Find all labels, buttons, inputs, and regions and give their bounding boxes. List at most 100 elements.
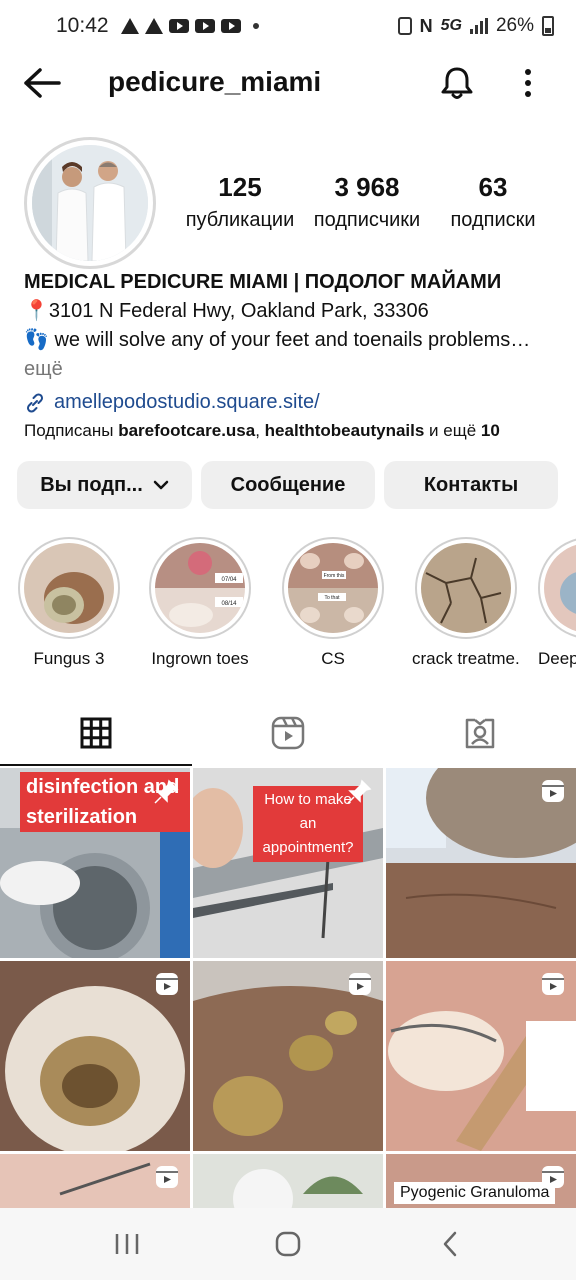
reel-icon — [349, 973, 371, 995]
tab-posts-grid[interactable] — [0, 700, 192, 766]
nfc-icon: N — [419, 15, 433, 36]
status-bar: 10:42 N 5G 26% — [0, 0, 576, 52]
followed-by-user-1: barefootcare.usa — [118, 421, 256, 440]
highlight-crack-treatment[interactable]: crack treatme... — [412, 537, 520, 669]
following-button-label: Вы подп... — [40, 473, 143, 496]
notifications-button[interactable] — [438, 64, 476, 102]
youtube-icon — [168, 19, 189, 33]
message-button[interactable]: Сообщение — [201, 461, 375, 509]
bio-description: 👣 we will solve any of your feet and toe… — [24, 329, 531, 351]
highlight-label: Ingrown toes — [151, 649, 249, 668]
system-navigation-bar — [0, 1208, 576, 1280]
highlight-date-text-1: 07/04 — [221, 577, 237, 583]
profile-display-name: MEDICAL PEDICURE MIAMI | ПОДОЛОГ МАЙАМИ — [24, 271, 502, 293]
post-toenail-2[interactable] — [193, 961, 383, 1151]
following-count[interactable]: 63 подписки — [440, 172, 546, 232]
more-options-button[interactable] — [514, 64, 542, 102]
back-button[interactable] — [22, 66, 62, 100]
message-button-label: Сообщение — [230, 473, 346, 496]
followed-by-prefix: Подписаны — [24, 421, 119, 440]
highlight-fungus[interactable]: Fungus 3 — [17, 537, 121, 669]
highlight-before-text: From this — [324, 573, 345, 579]
posts-count[interactable]: 125 публикации — [180, 172, 300, 232]
following-count-value: 63 — [478, 172, 508, 202]
warning-icon — [144, 18, 163, 34]
contacts-button[interactable]: Контакты — [384, 461, 558, 509]
followed-by-sep: , — [255, 421, 265, 440]
reel-icon — [156, 1166, 178, 1188]
posts-count-value: 125 — [218, 172, 262, 202]
recent-apps-icon — [115, 1234, 139, 1254]
highlight-cs[interactable]: From this To that CS — [281, 537, 385, 669]
post-caption: Pyogenic Granuloma — [394, 1182, 556, 1204]
following-count-label: подписки — [450, 209, 536, 231]
highlight-date-text-2: 08/14 — [221, 601, 237, 607]
followed-by-count: 10 — [480, 421, 500, 440]
reels-icon — [271, 716, 305, 750]
tab-reels[interactable] — [192, 700, 384, 766]
website-url: amellepodostudio.square.site/ — [54, 391, 320, 413]
pinned-icon — [154, 779, 179, 804]
highlight-label: crack treatme... — [412, 649, 520, 668]
post-row3-2[interactable] — [193, 1154, 383, 1208]
more-notifications-dot — [252, 23, 259, 29]
followers-count-value: 3 968 — [334, 172, 400, 202]
youtube-icon — [220, 19, 241, 33]
signal-icon — [469, 18, 488, 34]
grid-icon — [80, 717, 112, 749]
posts-count-label: публикации — [185, 209, 295, 231]
tab-tagged[interactable] — [384, 700, 576, 766]
highlight-cover: From this To that — [288, 543, 378, 633]
highlight-cover — [544, 543, 576, 633]
network-type: 5G — [440, 17, 462, 34]
system-back-button[interactable] — [430, 1226, 470, 1262]
post-pyogenic-granuloma[interactable]: Pyogenic Granuloma — [386, 1154, 576, 1208]
tagged-person-icon — [465, 718, 495, 749]
following-button[interactable]: Вы подп... — [17, 461, 192, 509]
profile-avatar[interactable] — [24, 137, 156, 269]
followers-count-label: подписчики — [313, 209, 421, 231]
highlight-ingrown-toes[interactable]: 07/04 08/14 Ingrown toes — [148, 537, 252, 669]
reel-icon — [156, 973, 178, 995]
status-time: 10:42 — [56, 14, 109, 37]
pinned-icon — [347, 779, 372, 804]
followed-by[interactable]: Подписаны barefootcare.usa, healthtobeau… — [24, 421, 500, 441]
bell-icon — [441, 67, 473, 99]
followed-by-user-2: healthtobeautynails — [264, 421, 425, 440]
recent-apps-button[interactable] — [107, 1226, 147, 1262]
warning-icon — [120, 18, 139, 34]
post-appointment[interactable]: How to make an appointment? — [193, 768, 383, 958]
home-button[interactable] — [268, 1226, 308, 1262]
post-row3-1[interactable] — [0, 1154, 190, 1208]
link-icon — [26, 392, 44, 413]
bio-address: 📍3101 N Federal Hwy, Oakland Park, 33306 — [24, 300, 429, 322]
alarm-icon — [397, 17, 412, 35]
highlight-label: CS — [321, 649, 345, 668]
post-ingrown-tape[interactable] — [386, 961, 576, 1151]
followers-count[interactable]: 3 968 подписчики — [306, 172, 428, 232]
profile-username: pedicure_miami — [108, 66, 322, 97]
reel-icon — [542, 780, 564, 802]
bio-more-link[interactable]: ещё — [24, 355, 564, 384]
highlight-cover — [421, 543, 511, 633]
highlight-after-text: To that — [324, 595, 340, 601]
bio-website-link[interactable]: amellepodostudio.square.site/ — [24, 388, 564, 417]
home-icon — [275, 1231, 301, 1257]
highlight-cover: 07/04 08/14 — [155, 543, 245, 633]
followed-by-suffix: и ещё — [424, 421, 481, 440]
highlight-deep[interactable]: Deep — [538, 537, 576, 669]
chevron-left-icon — [443, 1231, 457, 1257]
post-disinfection[interactable]: disinfection and sterilization — [0, 768, 190, 958]
post-toenail-1[interactable] — [0, 961, 190, 1151]
battery-percent: 26% — [495, 15, 534, 36]
more-vertical-icon — [525, 69, 531, 97]
notification-icons — [120, 18, 259, 34]
post-heel[interactable] — [386, 768, 576, 958]
avatar-image — [32, 145, 148, 261]
chevron-down-icon — [153, 480, 169, 490]
highlight-cover — [24, 543, 114, 633]
contacts-button-label: Контакты — [423, 473, 519, 496]
active-tab-indicator — [0, 764, 192, 766]
profile-tabs — [0, 700, 576, 766]
youtube-icon — [194, 19, 215, 33]
